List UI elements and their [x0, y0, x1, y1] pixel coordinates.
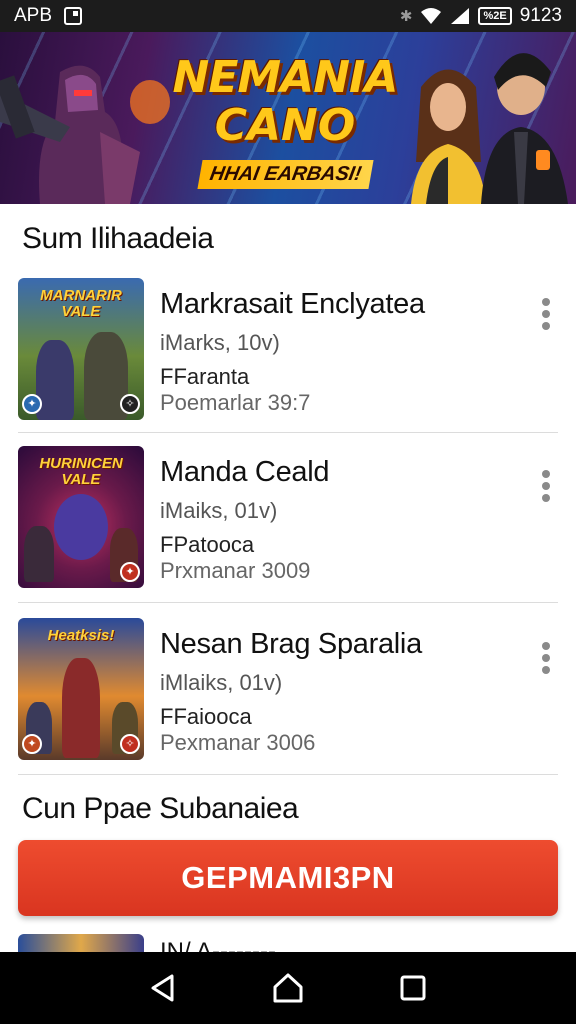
- list-item[interactable]: HURINICEN VALE ✦ Manda Ceald iMaiks, 01v…: [0, 446, 576, 616]
- item-genre: FFaranta: [160, 364, 250, 389]
- carrier-label: APB: [14, 5, 53, 26]
- home-icon[interactable]: [268, 968, 308, 1008]
- signal-icon: [451, 8, 470, 24]
- item-meta: Prxmanar 3009: [160, 558, 311, 583]
- divider: [18, 602, 558, 603]
- battery-icon: %2E: [478, 7, 512, 25]
- robot-warrior-illustration: [0, 65, 170, 204]
- platform-badge-icon: ✦: [22, 394, 42, 414]
- item-meta: Pexmanar 3006: [160, 730, 316, 755]
- bluetooth-icon: ✱: [399, 8, 413, 25]
- game-thumbnail: Heatksis! ✦ ✧: [18, 618, 144, 760]
- notification-icon: [64, 7, 83, 25]
- item-title: Manda Ceald: [160, 456, 330, 488]
- status-left: APB: [14, 5, 83, 27]
- banner-title-line2: CANO: [214, 100, 356, 151]
- item-subtitle: iMlaiks, 01v): [160, 670, 283, 695]
- divider: [18, 774, 558, 775]
- status-bar: APB ✱ %2E 9123: [0, 0, 576, 32]
- back-icon[interactable]: [143, 968, 183, 1008]
- navigation-bar: [0, 952, 576, 1024]
- item-subtitle: iMaiks, 01v): [160, 498, 278, 523]
- thumbnail-title: MARNARIR VALE: [40, 287, 122, 320]
- game-thumbnail-partial[interactable]: [18, 934, 144, 954]
- banner-title-line1: NEMANIA: [172, 52, 399, 103]
- promo-banner[interactable]: NEMANIA CANO HHAI EARBASI!: [0, 32, 576, 204]
- item-meta: Poemarlar 39:7: [160, 390, 311, 415]
- divider: [18, 432, 558, 433]
- status-right: ✱ %2E 9123: [400, 5, 562, 27]
- recents-icon[interactable]: [393, 968, 433, 1008]
- game-thumbnail: MARNARIR VALE ✦ ✧: [18, 278, 144, 420]
- heroes-illustration: [411, 53, 568, 204]
- item-title: Markrasait Enclyatea: [160, 288, 425, 320]
- platform-badge-icon: ✦: [22, 734, 42, 754]
- section-title-secondary: Cun Ppae Subanaiea: [22, 792, 299, 825]
- section-title-primary: Sum Ilihaadeia: [22, 222, 214, 255]
- item-genre: FFaiooca: [160, 704, 252, 729]
- list-item[interactable]: Heatksis! ✦ ✧ Nesan Brag Sparalia iMlaik…: [0, 618, 576, 788]
- banner-title: NEMANIA CANO: [165, 54, 405, 150]
- thumbnail-title: Heatksis!: [47, 627, 115, 644]
- rating-badge-icon: ✧: [120, 394, 140, 414]
- primary-cta-button[interactable]: GEPMAMI3PN: [18, 840, 558, 916]
- banner-tagline: HHAI EARBASI!: [197, 160, 374, 189]
- game-thumbnail: HURINICEN VALE ✦: [18, 446, 144, 588]
- more-options-icon[interactable]: [534, 640, 558, 676]
- rating-badge-icon: ✧: [120, 734, 140, 754]
- more-options-icon[interactable]: [534, 296, 558, 332]
- wifi-icon: [421, 8, 442, 24]
- clock: 9123: [519, 5, 562, 26]
- item-genre: FPatooca: [160, 532, 255, 557]
- more-options-icon[interactable]: [534, 468, 558, 504]
- item-title: Nesan Brag Sparalia: [160, 628, 422, 660]
- list-item[interactable]: MARNARIR VALE ✦ ✧ Markrasait Enclyatea i…: [0, 278, 576, 448]
- thumbnail-title: HURINICEN VALE: [39, 455, 123, 488]
- rating-badge-icon: ✦: [120, 562, 140, 582]
- item-subtitle: iMarks, 10v): [160, 330, 280, 355]
